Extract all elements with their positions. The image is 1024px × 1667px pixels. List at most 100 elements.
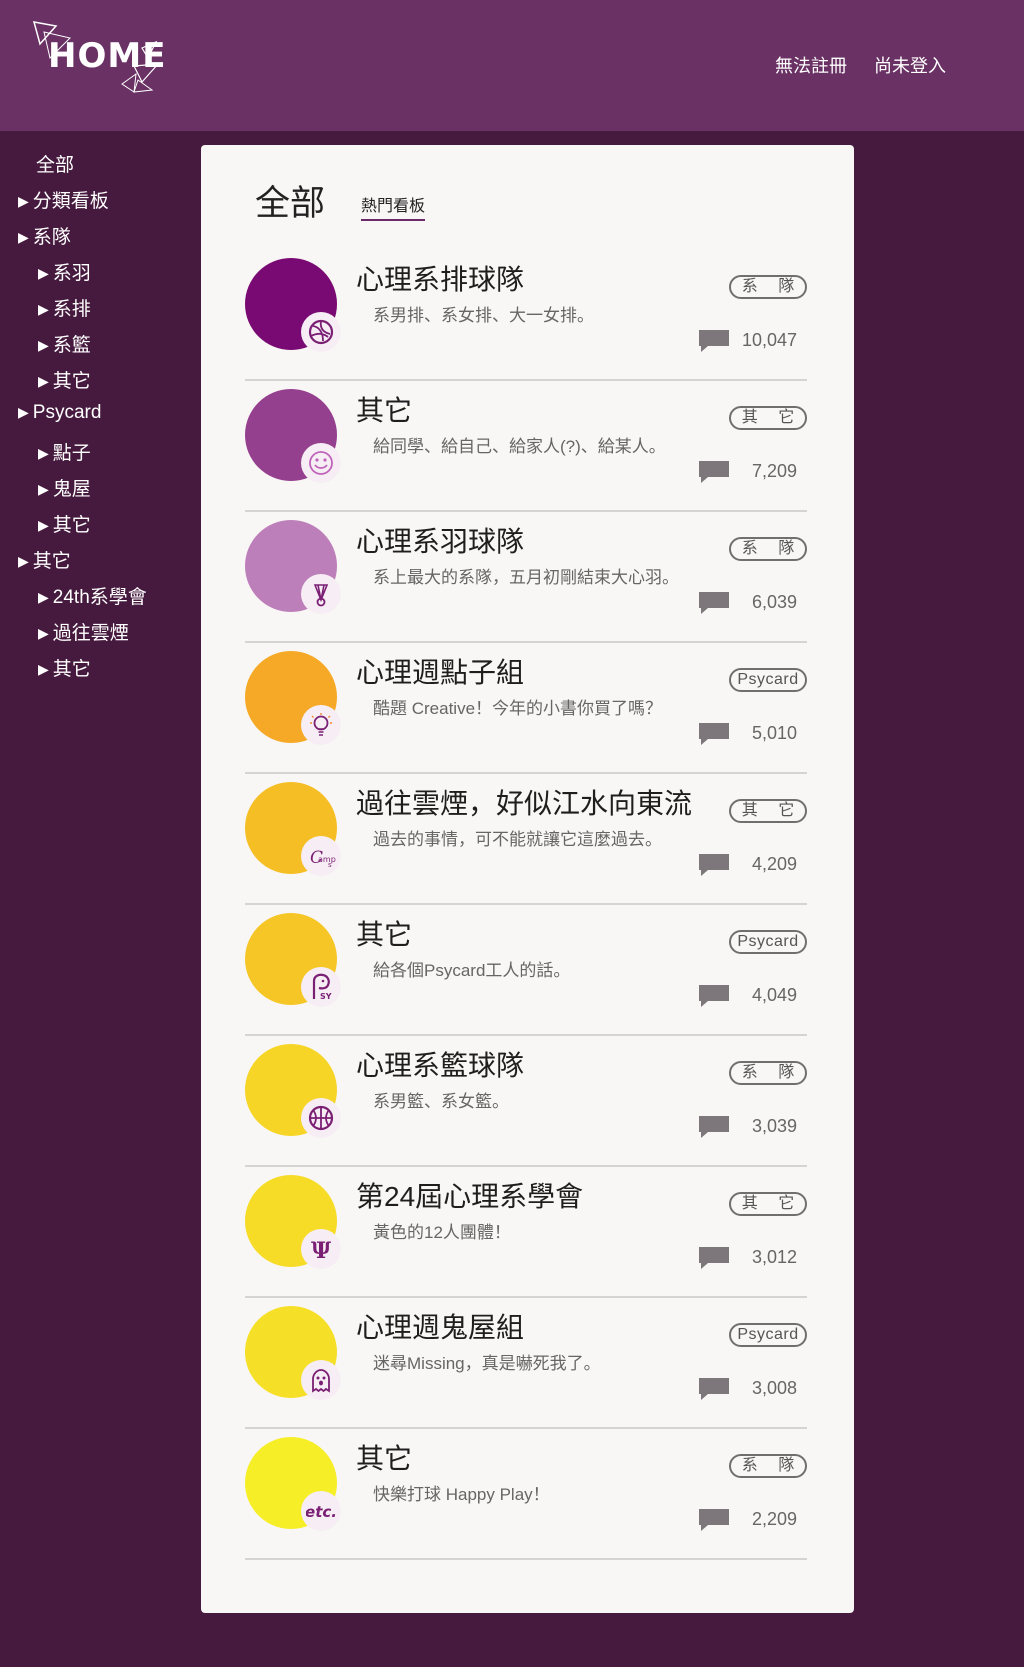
sidebar-item[interactable]: ▶ 系籃 [38, 330, 91, 357]
sidebar-item-label: 其它 [52, 371, 91, 392]
svg-text:Ψ: Ψ [311, 1238, 331, 1264]
expand-arrow-icon: ▶ [38, 301, 49, 317]
sidebar-item[interactable]: ▶ 分類看板 [18, 186, 109, 213]
category-tag[interactable]: 系 隊 [729, 1454, 807, 1478]
camps-icon: Camp s [301, 836, 341, 876]
post-count: 3,039 [751, 1116, 797, 1136]
expand-arrow-icon: ▶ [38, 265, 49, 281]
category-tag[interactable]: 系 隊 [729, 1061, 807, 1085]
sidebar-item[interactable]: ▶ 過往雲煙 [38, 618, 129, 645]
sidebar-item[interactable]: ▶ 系羽 [38, 258, 91, 285]
comment-icon [697, 852, 731, 878]
sidebar-item[interactable]: ▶ 其它 [38, 510, 91, 537]
expand-arrow-icon: ▶ [38, 373, 49, 389]
category-tag[interactable]: 其 它 [729, 799, 807, 823]
psi-icon: Ψ [301, 1229, 341, 1269]
comment-icon [697, 1114, 731, 1140]
expand-arrow-icon: ▶ [38, 661, 49, 677]
sidebar-item[interactable]: ▶ 其它 [38, 366, 91, 393]
board-name[interactable]: 心理系羽球隊 [356, 520, 524, 560]
post-count: 4,049 [751, 985, 797, 1005]
lightbulb-icon [301, 705, 341, 745]
category-tag[interactable]: Psycard [729, 668, 807, 692]
category-tag[interactable]: 其 它 [729, 1192, 807, 1216]
logo-text[interactable]: HOME [48, 36, 166, 76]
board-name[interactable]: 心理系排球隊 [356, 258, 524, 298]
shuttlecock-icon [301, 574, 341, 614]
sidebar-item-label: 24th系學會 [52, 587, 147, 608]
smiley-icon [301, 443, 341, 483]
basketball-icon [301, 1098, 341, 1138]
sidebar-item[interactable]: ▶ 其它 [38, 654, 91, 681]
tab-hot-boards[interactable]: 熱門看板 [361, 192, 426, 221]
board-row[interactable]: 其它 給同學、給自己、給家人(?)、給某人。 其 它 7,209 [245, 379, 807, 512]
board-row[interactable]: 心理系籃球隊 系男籃、系女籃。 系 隊 3,039 [245, 1034, 807, 1167]
board-row[interactable]: Camp s 過往雲煙，好似江水向東流 過去的事情，可不能就讓它這麼過去。 其 它 4,2… [245, 772, 807, 905]
comment-icon [697, 721, 731, 747]
comment-icon [697, 1507, 731, 1533]
top-header: HOME 無法註冊 尚未登入 [0, 0, 1024, 131]
category-tag[interactable]: 系 隊 [729, 537, 807, 561]
sidebar-item-label: 其它 [52, 515, 91, 536]
comment-icon [697, 1376, 731, 1402]
board-name[interactable]: 心理系籃球隊 [356, 1044, 524, 1084]
board-description: 給同學、給自己、給家人(?)、給某人。 [373, 437, 666, 456]
comment-icon [697, 328, 731, 354]
category-tag[interactable]: 系 隊 [729, 275, 807, 299]
sidebar-item[interactable]: ▶ 24th系學會 [38, 582, 147, 609]
board-description: 快樂打球 Happy Play！ [373, 1485, 550, 1504]
board-description: 酷題 Creative！今年的小書你買了嗎？ [373, 699, 663, 718]
login-link[interactable]: 尚未登入 [874, 52, 946, 78]
board-row[interactable]: 心理週點子組 酷題 Creative！今年的小書你買了嗎？ Psycard 5,010 [245, 641, 807, 774]
board-list-panel: 全部 熱門看板 心理系排球隊 系男排、系女排、大一女排。系 隊 10,047 其它 給同… [201, 145, 854, 1613]
board-name[interactable]: 第24屆心理系學會 [356, 1175, 583, 1215]
svg-text:SY: SY [320, 992, 332, 1001]
sidebar-item-label: 點子 [52, 443, 91, 464]
comment-icon [697, 590, 731, 616]
board-row[interactable]: etc. 其它 快樂打球 Happy Play！ 系 隊 2,209 [245, 1427, 807, 1560]
board-name[interactable]: 其它 [356, 389, 412, 429]
board-row[interactable]: 心理系羽球隊 系上最大的系隊，五月初剛結束大心羽。 系 隊 6,039 [245, 510, 807, 643]
sidebar-item[interactable]: ▶ 其它 [18, 546, 71, 573]
board-row[interactable]: 心理系排球隊 系男排、系女排、大一女排。 系 隊 10,047 [245, 248, 807, 381]
board-name[interactable]: 心理週鬼屋組 [356, 1306, 524, 1346]
sidebar-item-label: 其它 [32, 551, 71, 572]
expand-arrow-icon: ▶ [38, 337, 49, 353]
sidebar-item[interactable]: ▶ 系隊 [18, 222, 71, 249]
svg-text:amp: amp [318, 855, 336, 864]
board-description: 過去的事情，可不能就讓它這麼過去。 [373, 830, 662, 849]
board-row[interactable]: 心理週鬼屋組 迷尋Missing，真是嚇死我了。 Psycard 3,008 [245, 1296, 807, 1429]
expand-arrow-icon: ▶ [18, 404, 29, 420]
board-description: 迷尋Missing，真是嚇死我了。 [373, 1354, 601, 1373]
board-row[interactable]: SY 其它 給各個Psycard工人的話。 Psycard 4,049 [245, 903, 807, 1036]
board-name[interactable]: 其它 [356, 913, 412, 953]
sidebar-item[interactable]: 全部 [36, 150, 74, 177]
board-name[interactable]: 心理週點子組 [356, 651, 524, 691]
board-name[interactable]: 過往雲煙，好似江水向東流 [356, 782, 692, 822]
svg-text:s: s [328, 861, 332, 869]
sidebar-item[interactable]: ▶ 鬼屋 [38, 474, 91, 501]
comment-icon [697, 983, 731, 1009]
post-count: 3,012 [751, 1247, 797, 1267]
expand-arrow-icon: ▶ [18, 193, 29, 209]
sidebar-item-label: 系籃 [52, 335, 91, 356]
expand-arrow-icon: ▶ [38, 445, 49, 461]
sidebar-item-label: 分類看板 [32, 191, 109, 212]
sidebar-item-label: 系隊 [32, 227, 71, 248]
sidebar-item[interactable]: ▶ Psycard [18, 402, 101, 424]
category-tag[interactable]: 其 它 [729, 406, 807, 430]
comment-icon [697, 459, 731, 485]
sidebar-item[interactable]: ▶ 系排 [38, 294, 91, 321]
board-row[interactable]: Ψ 第24屆心理系學會 黃色的12人團體！ 其 它 3,012 [245, 1165, 807, 1298]
category-tag[interactable]: Psycard [729, 930, 807, 954]
board-name[interactable]: 其它 [356, 1437, 412, 1477]
expand-arrow-icon: ▶ [38, 481, 49, 497]
comment-icon [697, 1245, 731, 1271]
register-link[interactable]: 無法註冊 [775, 52, 847, 78]
post-count: 6,039 [751, 592, 797, 612]
category-tag[interactable]: Psycard [729, 1323, 807, 1347]
post-count: 10,047 [741, 330, 797, 350]
expand-arrow-icon: ▶ [38, 625, 49, 641]
sidebar-item[interactable]: ▶ 點子 [38, 438, 91, 465]
sidebar-item-label: Psycard [32, 402, 102, 423]
